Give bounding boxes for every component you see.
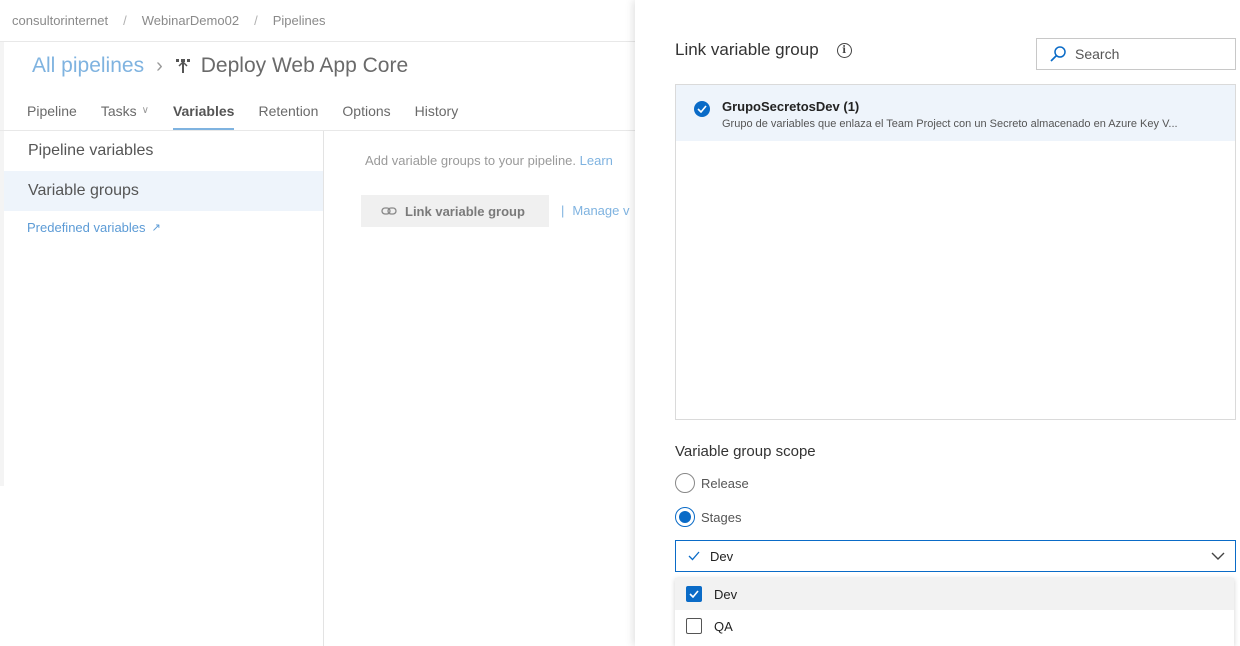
scope-stages-radio[interactable]: Stages [675, 507, 741, 527]
tab-label: History [414, 103, 459, 119]
search-icon [1050, 46, 1066, 62]
link-variable-group-label: Link variable group [405, 203, 525, 219]
stage-option-qa[interactable]: QA [675, 610, 1234, 642]
select-value: Dev [710, 548, 734, 564]
pipeline-icon [175, 59, 190, 73]
group-name: GrupoSecretosDev (1) [722, 99, 860, 114]
radio-label: Stages [701, 509, 742, 525]
tab-label: Tasks [100, 103, 137, 119]
chevron-right-icon: › [156, 54, 163, 77]
empty-hint: Add variable groups to your pipeline. Le… [365, 153, 613, 168]
variables-sidebar: Pipeline variables Variable groups Prede… [4, 131, 324, 646]
sidebar-item-pipeline-variables[interactable]: Pipeline variables [4, 131, 323, 171]
tab-bar: Pipeline Tasks ∨ Variables Retention Opti… [27, 96, 482, 130]
breadcrumb-project[interactable]: WebinarDemo02 [142, 13, 239, 28]
panel-title: Link variable group i [675, 40, 852, 60]
tab-pipeline[interactable]: Pipeline [27, 96, 77, 130]
sidebar-item-variable-groups[interactable]: Variable groups [4, 171, 323, 211]
link-variable-group-button[interactable]: Link variable group [361, 195, 549, 227]
info-icon[interactable]: i [836, 42, 852, 58]
scope-release-radio[interactable]: Release [675, 473, 749, 493]
tab-history[interactable]: History [415, 96, 459, 130]
checkbox [686, 586, 702, 602]
radio-label: Release [701, 475, 749, 491]
panel-title-text: Link variable group [675, 40, 819, 59]
scope-title: Variable group scope [675, 443, 816, 460]
search-placeholder: Search [1075, 46, 1120, 62]
page-title: Deploy Web App Core [200, 54, 409, 77]
radio-button [675, 473, 695, 493]
search-input[interactable]: Search [1036, 38, 1236, 70]
tab-label: Variables [172, 103, 235, 119]
option-label: Dev [714, 586, 738, 602]
breadcrumb-section[interactable]: Pipelines [273, 13, 326, 28]
checkmark-icon [688, 551, 700, 561]
variable-group-list: GrupoSecretosDev (1) Grupo de variables … [675, 84, 1236, 420]
stages-select[interactable]: Dev [675, 540, 1236, 572]
checkbox [686, 618, 702, 634]
link-variable-group-panel: Link variable group i Search GrupoSecret… [635, 0, 1240, 646]
external-link-icon: ↗ [151, 221, 161, 234]
separator: | [561, 203, 565, 218]
sidebar-item-label: Variable groups [28, 182, 139, 199]
chevron-down-icon: ∨ [141, 105, 149, 116]
manage-label: Manage v [572, 203, 630, 218]
page-title-row: All pipelines › Deploy Web App Core [32, 50, 408, 82]
learn-more-link[interactable]: Learn [580, 153, 613, 168]
hint-text: Add variable groups to your pipeline. [365, 153, 577, 168]
tab-label: Retention [258, 103, 319, 119]
all-pipelines-link[interactable]: All pipelines [32, 54, 144, 78]
tab-options[interactable]: Options [342, 96, 390, 130]
sidebar-item-label: Pipeline variables [28, 142, 154, 159]
chevron-down-icon [1211, 552, 1225, 560]
predefined-variables-label: Predefined variables [27, 219, 146, 235]
link-icon [381, 207, 397, 215]
predefined-variables-link[interactable]: Predefined variables ↗ [4, 211, 323, 243]
list-item[interactable]: GrupoSecretosDev (1) Grupo de variables … [676, 85, 1235, 141]
variable-groups-content: Add variable groups to your pipeline. Le… [325, 131, 640, 646]
breadcrumb-separator: / [254, 13, 258, 28]
breadcrumb: consultorinternet / WebinarDemo02 / Pipe… [0, 0, 640, 42]
breadcrumb-org[interactable]: consultorinternet [12, 13, 108, 28]
radio-button [675, 507, 695, 527]
tab-label: Pipeline [27, 103, 77, 119]
checkmark-icon [694, 101, 710, 117]
tab-label: Options [342, 103, 391, 119]
stage-option-dev[interactable]: Dev [675, 578, 1234, 610]
stages-dropdown: Dev QA [675, 578, 1234, 646]
group-description: Grupo de variables que enlaza el Team Pr… [722, 118, 1178, 130]
option-label: QA [714, 618, 733, 634]
tab-variables[interactable]: Variables [172, 96, 235, 130]
tab-tasks[interactable]: Tasks ∨ [101, 96, 149, 130]
breadcrumb-separator: / [123, 13, 127, 28]
tab-retention[interactable]: Retention [258, 96, 318, 130]
manage-variable-groups-link[interactable]: | Manage v [561, 203, 629, 218]
